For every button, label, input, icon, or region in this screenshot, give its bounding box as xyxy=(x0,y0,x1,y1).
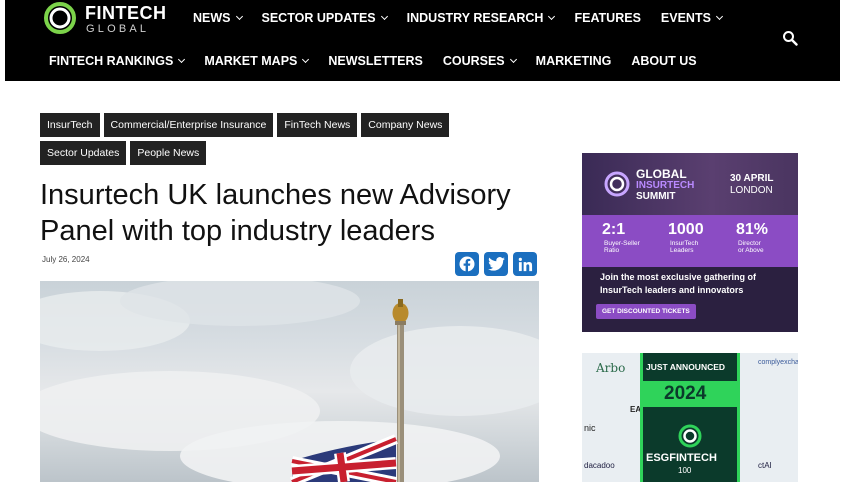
primary-nav: NEWS SECTOR UPDATES INDUSTRY RESEARCH FE… xyxy=(193,8,742,28)
ad-brand-line3: SUMMIT xyxy=(636,191,676,202)
esgfintech-100-ad[interactable]: Arbo complyexcha EA nic dacadoo ctAI JUS… xyxy=(582,353,798,482)
ad-tagline-line1: Join the most exclusive gathering of xyxy=(600,272,757,282)
ad-tile-text: ctAI xyxy=(758,461,772,470)
global-insurtech-summit-ad[interactable]: GLOBAL INSURTECH SUMMIT 30 APRIL LONDON … xyxy=(582,153,798,332)
article-title: Insurtech UK launches new Advisory Panel… xyxy=(40,179,511,247)
stat-label: or Above xyxy=(738,247,764,254)
chevron-down-icon xyxy=(235,12,243,21)
nav-label: NEWS xyxy=(193,11,231,25)
stat-value: 1000 xyxy=(668,221,704,238)
article-date: July 26, 2024 xyxy=(42,255,90,264)
tag-sector-updates[interactable]: Sector Updates xyxy=(40,141,127,165)
nav-features[interactable]: FEATURES xyxy=(574,11,640,25)
ad-tile-text: nic xyxy=(584,423,596,433)
nav-label: EVENTS xyxy=(660,11,711,25)
chevron-down-icon xyxy=(715,12,723,21)
tag-insurtech[interactable]: InsurTech xyxy=(40,113,100,137)
ad-year: 2024 xyxy=(664,383,707,404)
article-tags: InsurTech Commercial/Enterprise Insuranc… xyxy=(40,113,510,169)
nav-newsletters[interactable]: NEWSLETTERS xyxy=(328,54,422,68)
nav-label: ABOUT US xyxy=(631,54,697,68)
stat-label: InsurTech xyxy=(670,240,699,247)
ad-tile-text: complyexcha xyxy=(758,359,798,366)
nav-label: FEATURES xyxy=(574,11,641,25)
chevron-down-icon xyxy=(548,12,556,21)
chevron-down-icon xyxy=(302,55,310,64)
twitter-share-button[interactable] xyxy=(484,252,508,276)
facebook-icon xyxy=(459,256,475,272)
nav-label: COURSES xyxy=(442,54,505,68)
tag-company-news[interactable]: Company News xyxy=(361,113,450,137)
secondary-nav: FINTECH RANKINGS MARKET MAPS NEWSLETTERS… xyxy=(49,51,717,71)
ad-event-location: LONDON xyxy=(730,185,773,196)
linkedin-share-button[interactable] xyxy=(513,252,537,276)
fintech-global-logo[interactable]: FINTECH GLOBAL xyxy=(43,1,173,37)
nav-sector-updates[interactable]: SECTOR UPDATES xyxy=(261,11,388,25)
get-tickets-button[interactable]: GET DISCOUNTED TICKETS xyxy=(596,304,696,319)
stat-label: Buyer-Seller xyxy=(604,240,640,247)
article-hero-image xyxy=(40,281,539,482)
nav-marketing[interactable]: MARKETING xyxy=(536,54,612,68)
tag-people-news[interactable]: People News xyxy=(130,141,207,165)
stat-value: 81% xyxy=(736,221,769,238)
ad-tile-text: Arbo xyxy=(596,361,626,375)
nav-about-us[interactable]: ABOUT US xyxy=(631,54,696,68)
stat-label: Ratio xyxy=(604,247,620,254)
nav-label: MARKETING xyxy=(535,54,612,68)
logo-ring-icon xyxy=(44,2,76,34)
chevron-down-icon xyxy=(380,12,388,21)
chevron-down-icon xyxy=(509,55,517,64)
nav-label: SECTOR UPDATES xyxy=(261,11,376,25)
chevron-down-icon xyxy=(178,55,186,64)
stat-value: 2:1 xyxy=(602,221,626,238)
nav-industry-research[interactable]: INDUSTRY RESEARCH xyxy=(406,11,556,25)
nav-courses[interactable]: COURSES xyxy=(442,54,517,68)
ad-event-date: 30 APRIL xyxy=(730,173,774,184)
ad-tagline-line2: InsurTech leaders and innovators xyxy=(600,285,744,295)
esgfintech-logo-icon xyxy=(678,424,702,448)
logo-text-primary: FINTECH xyxy=(85,3,167,23)
flag-photo-illustration xyxy=(40,281,539,482)
twitter-icon xyxy=(487,257,505,271)
tag-fintech-news[interactable]: FinTech News xyxy=(277,113,358,137)
ad-announcement: JUST ANNOUNCED xyxy=(646,362,726,372)
nav-label: FINTECH RANKINGS xyxy=(49,54,174,68)
site-header: FINTECH GLOBAL NEWS SECTOR UPDATES INDUS… xyxy=(5,0,840,81)
stat-label: Leaders xyxy=(670,247,694,254)
nav-label: MARKET MAPS xyxy=(204,54,298,68)
search-icon[interactable] xyxy=(782,30,798,46)
nav-label: NEWSLETTERS xyxy=(328,54,423,68)
share-buttons xyxy=(455,252,542,276)
nav-events[interactable]: EVENTS xyxy=(660,11,723,25)
facebook-share-button[interactable] xyxy=(455,252,479,276)
nav-fintech-rankings[interactable]: FINTECH RANKINGS xyxy=(49,54,186,68)
ad-brand-line1: GLOBAL xyxy=(636,167,687,181)
summit-logo-icon xyxy=(604,171,630,197)
nav-news[interactable]: NEWS xyxy=(193,11,243,25)
nav-market-maps[interactable]: MARKET MAPS xyxy=(204,54,310,68)
linkedin-icon xyxy=(518,257,532,271)
nav-label: INDUSTRY RESEARCH xyxy=(406,11,544,25)
tag-commercial-enterprise-insurance[interactable]: Commercial/Enterprise Insurance xyxy=(103,113,274,137)
ad-tile-text: dacadoo xyxy=(584,461,615,470)
logo-text-secondary: GLOBAL xyxy=(86,23,150,35)
ad-brand-line2: INSURTECH xyxy=(636,180,695,191)
stat-label: Director xyxy=(738,240,761,247)
ad-brand-number: 100 xyxy=(678,466,692,475)
ad-brand: ESGFINTECH xyxy=(646,452,717,464)
